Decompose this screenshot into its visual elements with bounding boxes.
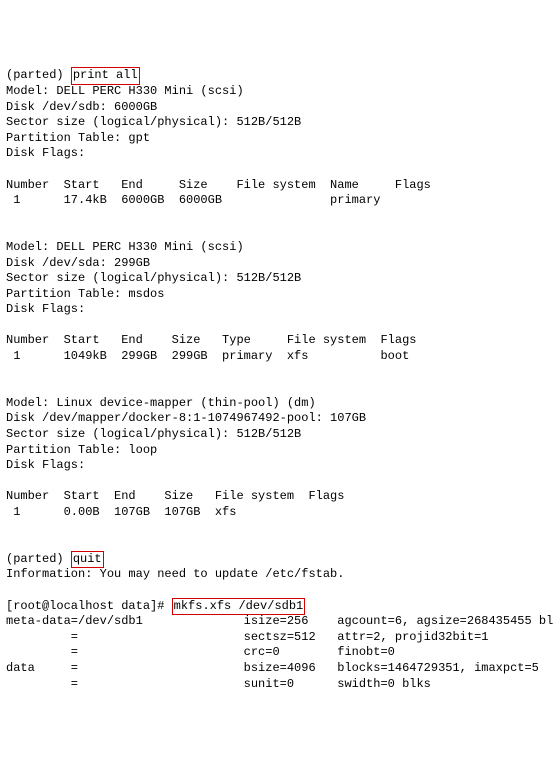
d1-flags: Disk Flags: [6, 146, 85, 160]
cmd-print-all: print all [71, 67, 140, 85]
mkfs-l5: = sunit=0 swidth=0 blks [6, 677, 431, 691]
parted-prompt2: (parted) [6, 552, 71, 566]
d3-ptable: Partition Table: loop [6, 443, 157, 457]
d2-flags: Disk Flags: [6, 302, 85, 316]
d3-flags: Disk Flags: [6, 458, 85, 472]
d2-model: Model: DELL PERC H330 Mini (scsi) [6, 240, 244, 254]
d2-ptable: Partition Table: msdos [6, 287, 164, 301]
d1-disk: Disk /dev/sdb: 6000GB [6, 100, 157, 114]
d2-disk: Disk /dev/sda: 299GB [6, 256, 150, 270]
mkfs-l1: meta-data=/dev/sdb1 isize=256 agcount=6,… [6, 614, 554, 628]
d2-row: 1 1049kB 299GB 299GB primary xfs boot [6, 349, 409, 363]
cmd-quit: quit [71, 551, 104, 569]
d1-ptable: Partition Table: gpt [6, 131, 150, 145]
d3-row: 1 0.00B 107GB 107GB xfs [6, 505, 236, 519]
d3-sector: Sector size (logical/physical): 512B/512… [6, 427, 301, 441]
d1-hdr: Number Start End Size File system Name F… [6, 178, 431, 192]
d1-model: Model: DELL PERC H330 Mini (scsi) [6, 84, 244, 98]
d3-model: Model: Linux device-mapper (thin-pool) (… [6, 396, 316, 410]
info-line: Information: You may need to update /etc… [6, 567, 344, 581]
mkfs-l4: data = bsize=4096 blocks=1464729351, ima… [6, 661, 539, 675]
shell-prompt: [root@localhost data]# [6, 599, 172, 613]
d3-disk: Disk /dev/mapper/docker-8:1-1074967492-p… [6, 411, 366, 425]
d1-row: 1 17.4kB 6000GB 6000GB primary [6, 193, 380, 207]
mkfs-l2: = sectsz=512 attr=2, projid32bit=1 [6, 630, 488, 644]
d1-sector: Sector size (logical/physical): 512B/512… [6, 115, 301, 129]
cmd-mkfs: mkfs.xfs /dev/sdb1 [172, 598, 306, 616]
parted-prompt: (parted) [6, 68, 71, 82]
d2-hdr: Number Start End Size Type File system F… [6, 333, 416, 347]
d3-hdr: Number Start End Size File system Flags [6, 489, 344, 503]
mkfs-l3: = crc=0 finobt=0 [6, 645, 395, 659]
d2-sector: Sector size (logical/physical): 512B/512… [6, 271, 301, 285]
